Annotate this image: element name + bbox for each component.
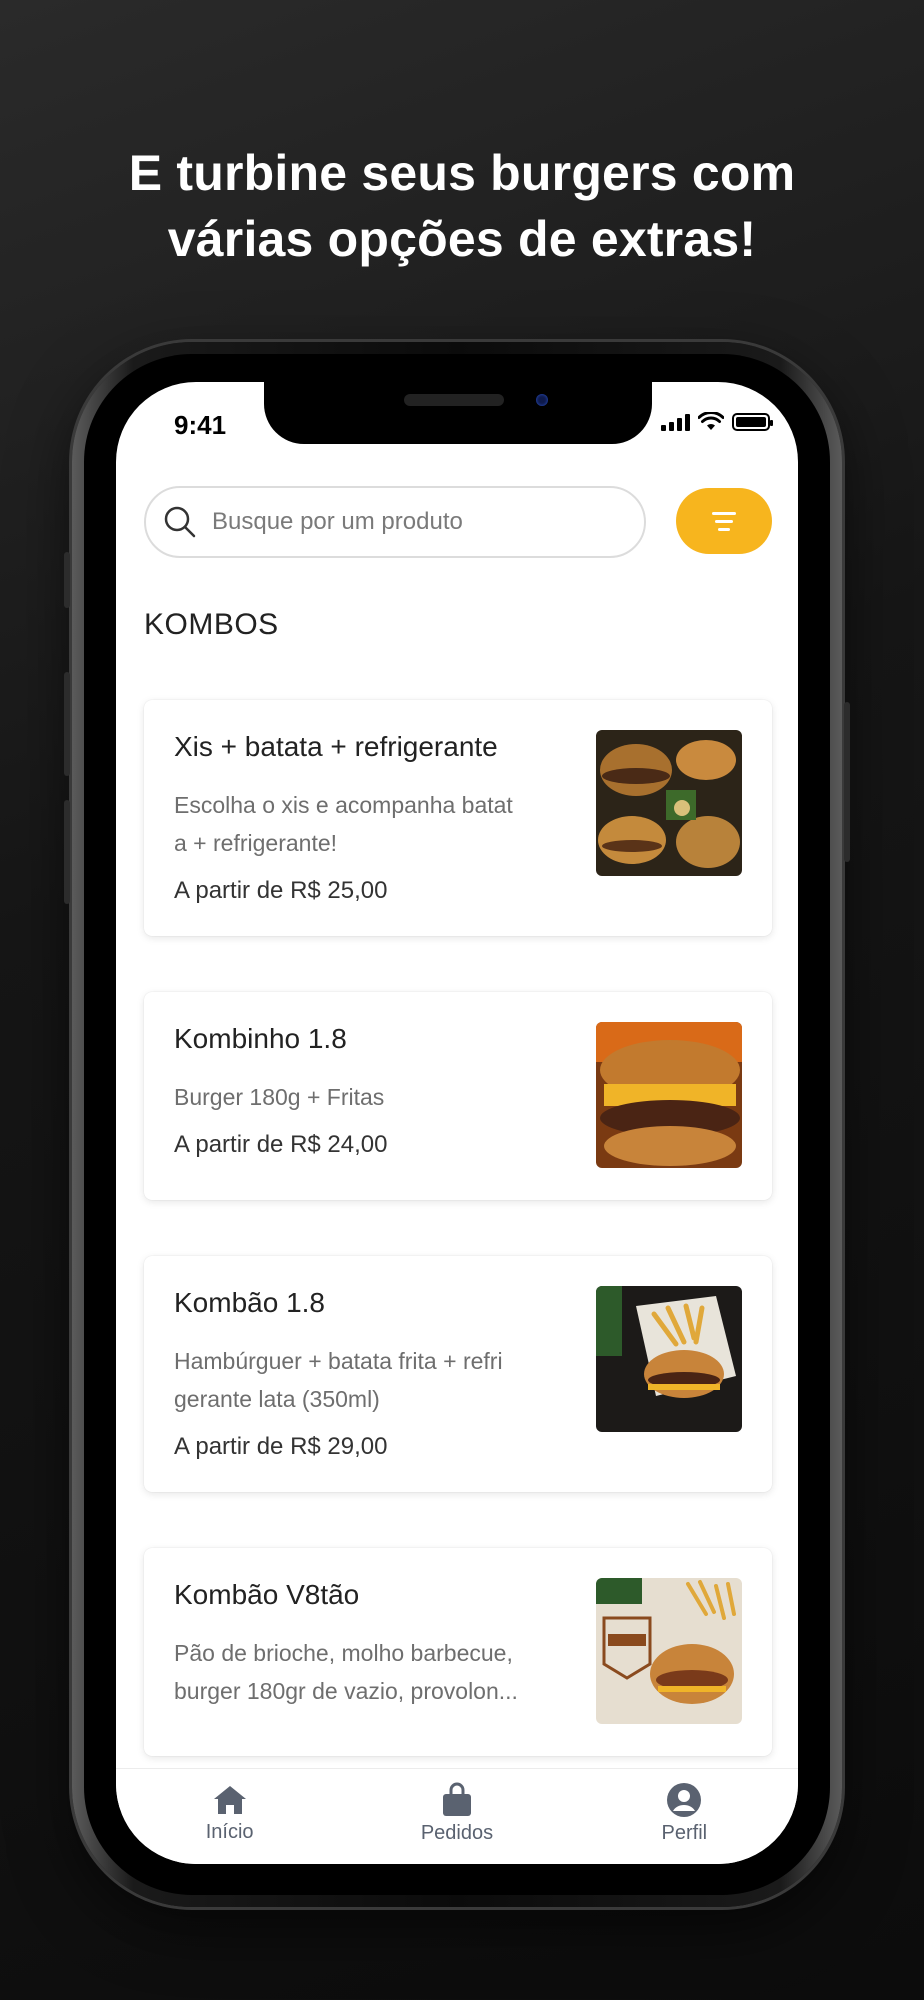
front-camera	[536, 394, 548, 406]
product-description-line: Escolha o xis e acompanha batat	[174, 792, 513, 818]
battery-icon	[732, 413, 773, 431]
phone-volume-up-button	[64, 672, 70, 776]
product-description: Escolha o xis e acompanha batat a + refr…	[174, 786, 596, 862]
product-description-line: Hambúrguer + batata frita + refri	[174, 1348, 503, 1374]
filter-icon	[712, 511, 736, 515]
product-title: Kombão 1.8	[174, 1287, 325, 1318]
home-icon	[213, 1786, 246, 1814]
product-description-line: Pão de brioche, molho barbecue,	[174, 1640, 513, 1666]
product-image	[596, 730, 742, 876]
signal-icon	[661, 413, 690, 431]
search-box[interactable]	[144, 486, 646, 558]
phone-power-button	[844, 702, 850, 862]
user-icon	[667, 1783, 702, 1817]
search-icon	[164, 506, 196, 538]
phone-volume-down-button	[64, 800, 70, 904]
product-title: Kombão V8tão	[174, 1579, 360, 1610]
phone-side-button	[64, 552, 70, 608]
tab-bar: Início Pedidos Perfil	[116, 1768, 798, 1864]
status-icons	[661, 412, 773, 431]
promo-headline: E turbine seus burgers com várias opções…	[0, 140, 924, 272]
product-card[interactable]: Xis + batata + refrigerante Escolha o xi…	[144, 700, 772, 936]
headline-line-2: várias opções de extras!	[167, 211, 757, 267]
section-title: KOMBOS	[144, 608, 279, 641]
filter-button[interactable]	[676, 488, 772, 554]
search-input[interactable]	[212, 508, 592, 536]
product-price: A partir de R$ 25,00	[174, 877, 388, 904]
wifi-icon	[698, 412, 724, 430]
bag-icon	[442, 1782, 471, 1816]
tab-pedidos[interactable]: Pedidos	[377, 1782, 537, 1845]
product-card[interactable]: Kombinho 1.8 Burger 180g + Fritas A part…	[144, 992, 772, 1200]
product-image	[596, 1578, 742, 1724]
phone-notch	[264, 382, 652, 444]
product-title: Kombinho 1.8	[174, 1023, 347, 1054]
tab-perfil[interactable]: Perfil	[604, 1782, 764, 1845]
product-description: Burger 180g + Fritas	[174, 1084, 385, 1110]
product-image	[596, 1022, 742, 1168]
product-price: A partir de R$ 24,00	[174, 1131, 388, 1158]
product-description: Pão de brioche, molho barbecue, burger 1…	[174, 1634, 596, 1710]
tab-label: Perfil	[661, 1822, 708, 1844]
product-description-line: burger 180gr de vazio, provolon...	[174, 1678, 518, 1704]
product-image	[596, 1286, 742, 1432]
speaker-grille	[404, 394, 504, 406]
product-description-line: a + refrigerante!	[174, 830, 338, 856]
product-list: Xis + batata + refrigerante Escolha o xi…	[144, 700, 772, 1812]
product-description-line: gerante lata (350ml)	[174, 1386, 380, 1412]
headline-line-1: E turbine seus burgers com	[128, 145, 796, 201]
tab-inicio[interactable]: Início	[150, 1783, 310, 1844]
product-card[interactable]: Kombão V8tão Pão de brioche, molho barbe…	[144, 1548, 772, 1756]
tab-label: Pedidos	[420, 1822, 494, 1844]
status-time: 9:41	[174, 410, 227, 440]
product-price: A partir de R$ 29,00	[174, 1433, 388, 1460]
tab-label: Início	[205, 1821, 254, 1843]
product-title: Xis + batata + refrigerante	[174, 731, 498, 762]
product-description: Hambúrguer + batata frita + refri gerant…	[174, 1342, 596, 1418]
phone-screen: 9:41 KOMBOS Xis + batata + refrigerante …	[116, 382, 798, 1864]
product-card[interactable]: Kombão 1.8 Hambúrguer + batata frita + r…	[144, 1256, 772, 1492]
